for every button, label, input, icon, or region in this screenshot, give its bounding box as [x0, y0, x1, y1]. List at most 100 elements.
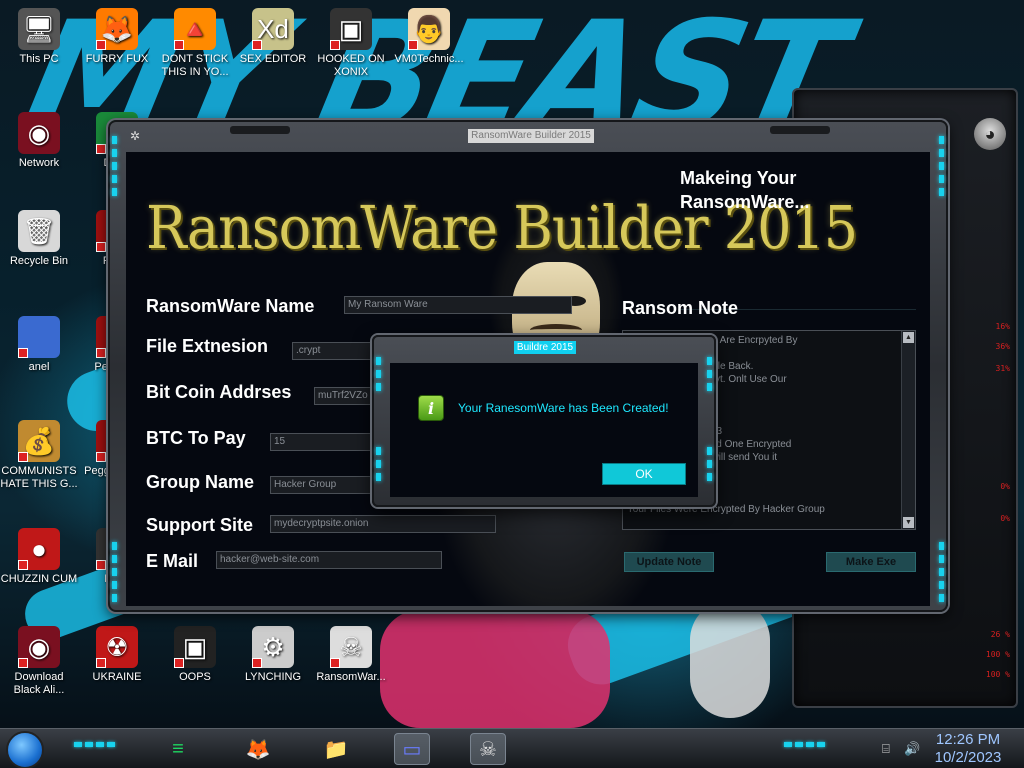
- ukraine-icon: ☢: [96, 626, 138, 668]
- desktop-icon-label: Recycle Bin: [9, 255, 69, 267]
- desktop-icon-chuzzin-cum[interactable]: ● CHUZZIN CUM: [0, 528, 78, 586]
- shortcut-arrow-icon: [408, 40, 418, 50]
- desktop-icon-oops[interactable]: ▣ OOPS: [156, 626, 234, 684]
- furry-fux-icon: 🦊: [96, 8, 138, 50]
- window-system-icon[interactable]: ✲: [130, 129, 146, 143]
- dialog-led-strip: [707, 357, 712, 396]
- status-text: Makeing Your RansomWare...: [680, 168, 810, 212]
- shortcut-arrow-icon: [96, 560, 106, 570]
- email-label: E Mail: [146, 551, 199, 571]
- support-site-input[interactable]: mydecryptpsite.onion: [270, 515, 496, 533]
- shortcut-arrow-icon: [96, 242, 106, 252]
- dialog-message: Your RanesomWare has Been Created!: [458, 401, 669, 415]
- email-input[interactable]: hacker@web-site.com: [216, 551, 442, 569]
- desktop-icon-label: UKRAINE: [92, 671, 142, 683]
- group-name-input[interactable]: Hacker Group: [270, 476, 378, 494]
- gadget-row: 100 %: [985, 670, 1010, 679]
- extension-input[interactable]: .crypt: [292, 342, 382, 360]
- desktop-icon-lynching[interactable]: ⚙ LYNCHING: [234, 626, 312, 684]
- desktop-icon-label: Network: [18, 157, 60, 169]
- desktop-icon-hooked-on-xonix[interactable]: ▣ HOOKED ON XONIX: [312, 8, 390, 79]
- taskbar: ≡ 🦊 📁 ▭ ☠ ⌸ 🔊 12:26 PM 10/2/2023: [0, 728, 1024, 768]
- shortcut-arrow-icon: [96, 144, 106, 154]
- sex-editor-icon: Xd: [252, 8, 294, 50]
- btc-address-input[interactable]: muTrf2VZo: [314, 387, 376, 405]
- name-label: RansomWare Name: [146, 296, 315, 316]
- shortcut-arrow-icon: [18, 452, 28, 462]
- wallpaper-figure: [380, 610, 610, 728]
- shortcut-arrow-icon: [174, 40, 184, 50]
- desktop-icon-anel[interactable]: anel: [0, 316, 78, 374]
- builder-dialog[interactable]: Buildre 2015 i Your RanesomWare has Been…: [372, 335, 716, 507]
- dialog-led-strip: [707, 447, 712, 486]
- taskbar-ransomware-app-icon[interactable]: ☠: [470, 733, 506, 765]
- dialog-led-strip: [376, 357, 381, 396]
- window-led-strip: [112, 136, 117, 201]
- ok-button[interactable]: OK: [602, 463, 686, 485]
- this-pc-icon: 🖥: [18, 8, 60, 50]
- desktop-icon-sex-editor[interactable]: Xd SEX EDITOR: [234, 8, 312, 66]
- desktop-icon-ransomwar[interactable]: ☠ RansomWar...: [312, 626, 390, 684]
- note-scrollbar[interactable]: ▲ ▼: [901, 331, 915, 529]
- clock-time: 12:26 PM: [935, 731, 1001, 748]
- oops-icon: ▣: [174, 626, 216, 668]
- window-led-strip: [112, 542, 117, 607]
- taskbar-ransomware-builder-icon[interactable]: ▭: [394, 733, 430, 765]
- update-note-button[interactable]: Update Note: [624, 552, 714, 572]
- dialog-body: i Your RanesomWare has Been Created! OK: [390, 363, 698, 497]
- ransom-note-label: Ransom Note: [622, 298, 739, 318]
- desktop-icon-recycle-bin[interactable]: 🗑 Recycle Bin: [0, 210, 78, 268]
- desktop-icon-furry-fux[interactable]: 🦊 FURRY FUX: [78, 8, 156, 66]
- anel-icon: [18, 316, 60, 358]
- shortcut-arrow-icon: [96, 658, 106, 668]
- info-icon: i: [418, 395, 444, 421]
- dialog-title[interactable]: Buildre 2015: [514, 341, 576, 354]
- desktop-icon-label: HOOKED ON XONIX: [317, 53, 385, 78]
- chuzzin-cum-icon: ●: [18, 528, 60, 570]
- taskbar-led-strip: [74, 742, 115, 747]
- support-site-label: Support Site: [146, 515, 253, 535]
- desktop-icon-ukraine[interactable]: ☢ UKRAINE: [78, 626, 156, 684]
- desktop-icon-communists[interactable]: 💰 COMMUNISTS HATE THIS G...: [0, 420, 78, 491]
- shortcut-arrow-icon: [18, 658, 28, 668]
- alien-logo-icon: ◕: [974, 118, 1006, 150]
- desktop-icon-label: Download Black Ali...: [13, 671, 65, 696]
- desktop-icon-label: DONT STICK THIS IN YO...: [161, 53, 229, 78]
- scroll-up-icon[interactable]: ▲: [903, 332, 914, 343]
- scroll-down-icon[interactable]: ▼: [903, 517, 914, 528]
- name-input[interactable]: My Ransom Ware: [344, 296, 572, 314]
- desktop-icon-network[interactable]: ◉ Network: [0, 112, 78, 170]
- network-icon: ◉: [18, 112, 60, 154]
- desktop-icon-label: This PC: [19, 53, 59, 65]
- taskbar-clock[interactable]: 12:26 PM 10/2/2023: [930, 731, 1006, 767]
- taskbar-explorer-icon[interactable]: 📁: [318, 733, 354, 765]
- start-button[interactable]: [6, 731, 44, 768]
- desktop-icon-this-pc[interactable]: 🖥 This PC: [0, 8, 78, 66]
- taskbar-firefox-icon[interactable]: 🦊: [240, 733, 276, 765]
- desktop-icon-label: RansomWar...: [316, 671, 386, 683]
- taskbar-spotify-icon[interactable]: ≡: [160, 733, 196, 765]
- hooked-on-xonix-icon: ▣: [330, 8, 372, 50]
- volume-tray-icon[interactable]: 🔊: [904, 741, 920, 757]
- desktop-icon-label: COMMUNISTS HATE THIS G...: [0, 465, 78, 490]
- desktop-icon-label: LYNCHING: [244, 671, 302, 683]
- shortcut-arrow-icon: [174, 658, 184, 668]
- network-tray-icon[interactable]: ⌸: [882, 741, 890, 757]
- window-led-strip: [939, 542, 944, 607]
- desktop-icon-vm0technic[interactable]: 👨 VM0Technic...: [390, 8, 468, 66]
- shortcut-arrow-icon: [18, 348, 28, 358]
- shortcut-arrow-icon: [96, 40, 106, 50]
- make-exe-button[interactable]: Make Exe: [826, 552, 916, 572]
- shortcut-arrow-icon: [252, 40, 262, 50]
- shortcut-arrow-icon: [330, 40, 340, 50]
- window-grip: [770, 126, 830, 134]
- gadget-row: 100 %: [985, 650, 1010, 659]
- wallpaper-shoe: [690, 600, 770, 718]
- desktop-icon-download-black[interactable]: ◉ Download Black Ali...: [0, 626, 78, 697]
- shortcut-arrow-icon: [330, 658, 340, 668]
- shortcut-arrow-icon: [252, 658, 262, 668]
- desktop-icon-dont-stick[interactable]: 🔺 DONT STICK THIS IN YO...: [156, 8, 234, 79]
- btc-pay-input[interactable]: 15: [270, 433, 378, 451]
- desktop-icon-label: FURRY FUX: [85, 53, 149, 65]
- window-title[interactable]: RansomWare Builder 2015: [468, 129, 594, 143]
